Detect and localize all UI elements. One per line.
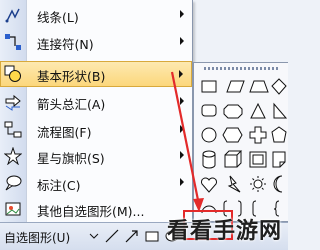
block-arrows-icon	[4, 93, 22, 111]
submenu-arrow-icon	[180, 125, 184, 133]
line-icon	[4, 6, 22, 24]
submenu-arrow-icon	[180, 178, 184, 186]
more-autoshapes-icon	[4, 200, 22, 218]
menu-item-label: 基本形状(B)	[37, 69, 106, 84]
pentagon-shape-icon	[271, 126, 287, 143]
foldedcorner-shape-icon	[272, 151, 286, 168]
basic-shapes-palette	[193, 62, 288, 222]
menu-item-label: 连接符(N)	[37, 37, 94, 52]
submenu-arrow-icon	[180, 97, 184, 105]
menu-item-stars-banners[interactable]: 星与旗帜(S)	[0, 143, 192, 169]
menu-item-block-arrows[interactable]: 箭头总汇(A)	[0, 89, 192, 115]
rectangle-tool-icon[interactable]	[144, 228, 160, 244]
menu-item-label: 流程图(F)	[37, 125, 92, 140]
line-tool-icon[interactable]	[104, 228, 120, 244]
triangle-shape-icon	[250, 102, 266, 119]
menu-item-label: 线条(L)	[37, 10, 79, 25]
parallelogram-shape-icon	[226, 80, 245, 93]
cross-shape-icon	[249, 126, 267, 144]
basic-shapes-icon	[4, 65, 22, 83]
sun-shape-icon	[253, 179, 263, 189]
hexagon-shape-icon	[222, 127, 243, 143]
diamond-shape-icon	[271, 78, 287, 95]
menu-item-label: 标注(C)	[37, 178, 81, 193]
cube-shape-icon	[224, 150, 243, 168]
moon-shape-icon	[273, 175, 283, 193]
submenu-arrow-icon	[180, 151, 184, 159]
menu-item-label: 箭头总汇(A)	[37, 97, 106, 112]
menu-item-lines[interactable]: 线条(L)	[0, 2, 192, 28]
connector-icon	[4, 33, 22, 51]
octagon-shape-icon	[223, 104, 243, 119]
autoshapes-menu: 线条(L) 连接符(N) 基本形状(B) 箭头总汇(A) 流程图(F) 星与旗帜…	[0, 0, 193, 223]
menu-item-label: 其他自选图形(M)...	[37, 204, 145, 219]
rectangle-shape-icon	[201, 80, 217, 93]
menu-item-flowchart[interactable]: 流程图(F)	[0, 117, 192, 143]
submenu-arrow-icon	[180, 10, 184, 18]
lightning-shape-icon	[227, 175, 241, 193]
menu-item-label: 星与旗帜(S)	[37, 151, 105, 166]
menu-item-more-autoshapes[interactable]: 其他自选图形(M)...	[0, 196, 192, 222]
menu-item-basic-shapes[interactable]: 基本形状(B)	[0, 61, 192, 87]
rounded-rectangle-shape-icon	[201, 104, 217, 117]
submenu-arrow-icon	[179, 70, 183, 78]
right-triangle-shape-icon	[273, 102, 288, 119]
heart-shape-icon	[201, 177, 217, 193]
menu-item-connectors[interactable]: 连接符(N)	[0, 29, 192, 55]
trapezoid-shape-icon	[249, 80, 269, 93]
arrow-tool-icon[interactable]	[124, 228, 140, 244]
callouts-icon	[4, 174, 22, 192]
menu-item-callouts[interactable]: 标注(C)	[0, 170, 192, 196]
chevron-down-icon[interactable]	[86, 228, 102, 244]
palette-drag-handle[interactable]	[204, 67, 280, 70]
oval-shape-icon	[201, 127, 217, 143]
watermark-text: 看看手游网	[166, 219, 282, 244]
autoshapes-dropdown-label[interactable]: 自选图形(U)	[4, 229, 70, 246]
shapes-grid	[201, 78, 288, 217]
stars-banners-icon	[3, 146, 23, 166]
bevel-shape-icon	[249, 151, 267, 168]
flowchart-icon	[4, 121, 22, 139]
submenu-arrow-icon	[180, 37, 184, 45]
